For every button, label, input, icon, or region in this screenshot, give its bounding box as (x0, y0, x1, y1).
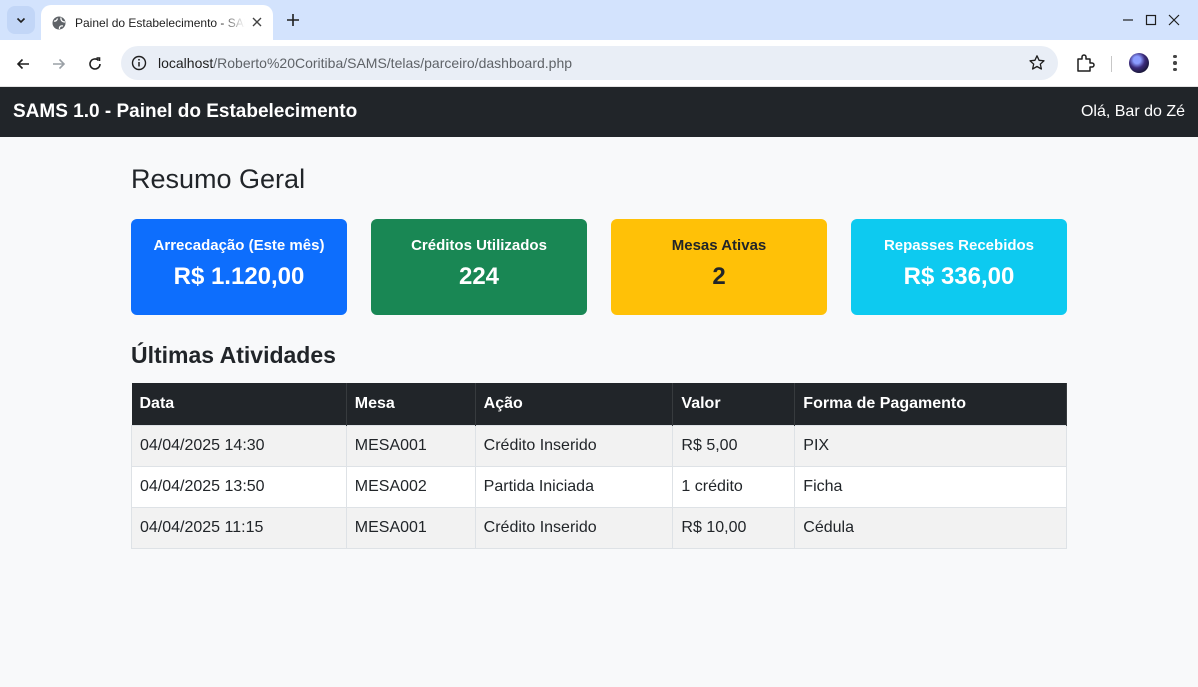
summary-heading: Resumo Geral (131, 164, 306, 194)
card-value: 224 (458, 263, 500, 290)
cell-valor: R$ 10,00 (672, 506, 796, 549)
app-navbar: SAMS 1.0 - Painel do Estabelecimento Olá… (0, 87, 1198, 137)
card-value: R$ 336,00 (903, 263, 1015, 290)
tab-close-icon[interactable] (249, 14, 265, 30)
column-header-mesa: Mesa (346, 383, 476, 425)
site-info-icon[interactable] (131, 55, 147, 71)
card-title: Créditos Utilizados (411, 237, 547, 254)
app-brand[interactable]: SAMS 1.0 - Painel do Estabelecimento (13, 101, 357, 123)
cell-data: 04/04/2025 13:50 (131, 465, 347, 507)
cell-acao: Crédito Inserido (475, 424, 674, 466)
cell-forma-pagamento: Cédula (794, 506, 1067, 549)
card-repasses: Repasses Recebidos R$ 336,00 (851, 219, 1067, 315)
cell-mesa: MESA001 (346, 506, 476, 549)
table-row: 04/04/2025 14:30 MESA001 Crédito Inserid… (131, 424, 1067, 466)
table-row: 04/04/2025 11:15 MESA001 Crédito Inserid… (131, 506, 1067, 549)
browser-tab-strip: Painel do Estabelecimento - SAMS (0, 0, 1198, 40)
tab-title: Painel do Estabelecimento - SAMS (75, 15, 245, 30)
close-window-icon[interactable] (1151, 0, 1197, 40)
toolbar-separator (1111, 56, 1112, 72)
card-arrecadacao: Arrecadação (Este mês) R$ 1.120,00 (131, 219, 347, 315)
table-header-row: Data Mesa Ação Valor Forma de Pagamento (131, 383, 1067, 425)
new-tab-plus-icon[interactable] (282, 9, 304, 31)
browser-toolbar: localhost/Roberto%20Coritiba/SAMS/telas/… (0, 40, 1198, 87)
card-creditos: Créditos Utilizados 224 (371, 219, 587, 315)
cell-mesa: MESA001 (346, 424, 476, 466)
cell-mesa: MESA002 (346, 465, 476, 507)
activities-heading: Últimas Atividades (131, 342, 336, 368)
table-row: 04/04/2025 13:50 MESA002 Partida Iniciad… (131, 465, 1067, 507)
address-bar[interactable]: localhost/Roberto%20Coritiba/SAMS/telas/… (121, 46, 1058, 80)
browser-menu-icon[interactable] (1166, 52, 1184, 74)
cell-data: 04/04/2025 11:15 (131, 506, 347, 549)
back-arrow-icon[interactable] (9, 50, 37, 78)
tab-search-button[interactable] (7, 6, 35, 34)
column-header-forma-pagamento: Forma de Pagamento (794, 383, 1067, 425)
column-header-acao: Ação (475, 383, 674, 425)
card-mesas: Mesas Ativas 2 (611, 219, 827, 315)
browser-tab[interactable]: Painel do Estabelecimento - SAMS (41, 5, 273, 40)
card-title: Arrecadação (Este mês) (153, 237, 325, 254)
column-header-valor: Valor (672, 383, 796, 425)
cell-forma-pagamento: Ficha (794, 465, 1067, 507)
url-path: /Roberto%20Coritiba/SAMS/telas/parceiro/… (213, 55, 573, 71)
column-header-data: Data (131, 383, 347, 425)
cell-forma-pagamento: PIX (794, 424, 1067, 466)
forward-arrow-icon[interactable] (45, 50, 73, 78)
activities-table: Data Mesa Ação Valor Forma de Pagamento … (131, 383, 1067, 549)
extensions-puzzle-icon[interactable] (1074, 52, 1096, 74)
cell-acao: Crédito Inserido (475, 506, 674, 549)
cell-valor: R$ 5,00 (672, 424, 796, 466)
url-host: localhost (158, 55, 214, 71)
profile-avatar[interactable] (1129, 53, 1149, 73)
globe-icon (52, 16, 66, 29)
card-title: Mesas Ativas (671, 237, 767, 254)
cell-acao: Partida Iniciada (475, 465, 674, 507)
bookmark-star-icon[interactable] (1028, 54, 1046, 72)
user-greeting: Olá, Bar do Zé (1080, 103, 1185, 120)
cell-data: 04/04/2025 14:30 (131, 424, 347, 466)
card-title: Repasses Recebidos (883, 237, 1035, 254)
card-value: 2 (712, 263, 726, 290)
cell-valor: 1 crédito (672, 465, 796, 507)
reload-icon[interactable] (81, 50, 109, 78)
url-text: localhost/Roberto%20Coritiba/SAMS/telas/… (158, 55, 572, 71)
card-value: R$ 1.120,00 (173, 263, 305, 290)
chevron-down-icon (16, 17, 26, 24)
